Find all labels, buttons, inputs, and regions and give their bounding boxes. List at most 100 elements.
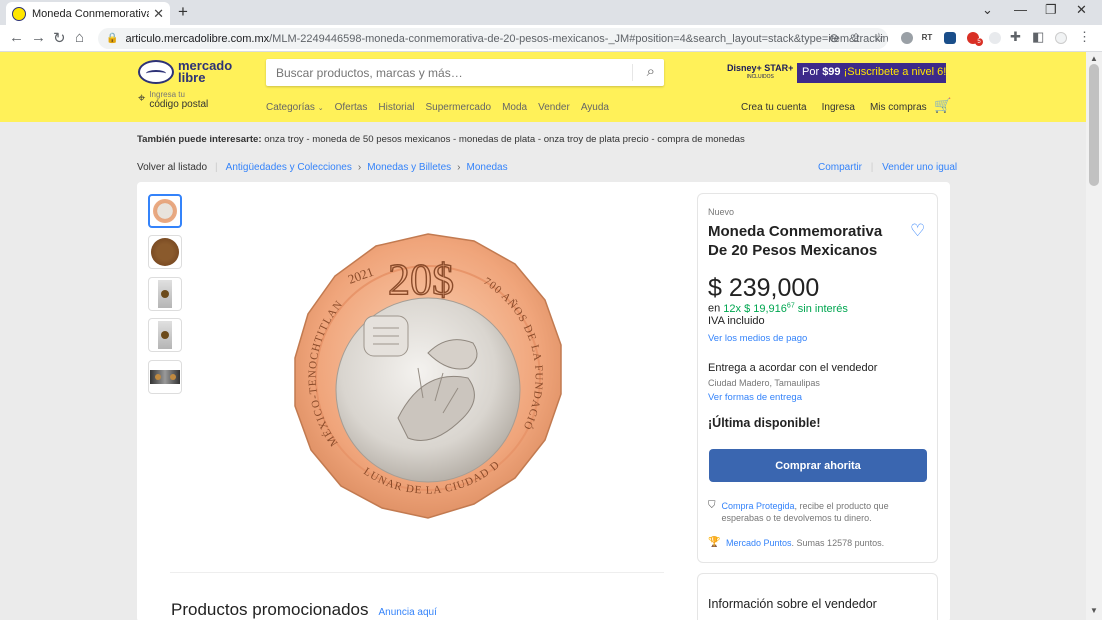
- installments-amount: 12x $ 19,91667 sin interés: [723, 302, 848, 315]
- menu-historial[interactable]: Historial: [378, 102, 414, 113]
- promo-price: $99: [822, 66, 841, 78]
- chevron-down-icon: ⌄: [317, 105, 324, 112]
- install-icon[interactable]: ⊖: [829, 31, 839, 45]
- url-path: /MLM-2249446598-moneda-conmemorativa-de-…: [269, 32, 888, 45]
- gallery-thumbnail[interactable]: [148, 277, 182, 311]
- trophy-icon: 🏆: [708, 537, 721, 548]
- home-icon[interactable]: ⌂: [75, 29, 84, 46]
- location-line-2: código postal: [149, 99, 209, 110]
- chrome-menu-icon[interactable]: ⋮: [1078, 29, 1091, 45]
- search-input[interactable]: [266, 59, 626, 86]
- login-link[interactable]: Ingresa: [822, 102, 855, 113]
- create-account-link[interactable]: Crea tu cuenta: [741, 102, 807, 113]
- extension-square-icon[interactable]: [944, 32, 956, 44]
- side-panel-icon[interactable]: ◧: [1032, 29, 1044, 45]
- window-close-icon[interactable]: ✕: [1076, 2, 1087, 18]
- coin-back-thumbnail-image: [151, 238, 179, 266]
- breadcrumb-item[interactable]: Monedas: [466, 162, 507, 173]
- section-divider: [170, 572, 664, 573]
- mercadolibre-logo[interactable]: mercado libre: [138, 59, 232, 84]
- extension-grey-icon[interactable]: [989, 32, 1001, 44]
- mercadolibre-favicon-icon: [12, 6, 26, 21]
- browser-tab[interactable]: Moneda Conmemorativa De 20 Pes ✕: [6, 2, 170, 25]
- back-icon[interactable]: ←: [9, 29, 24, 46]
- payment-methods-link[interactable]: Ver los medios de pago: [708, 333, 807, 344]
- search-icon[interactable]: ⌕: [647, 63, 655, 80]
- my-purchases-link[interactable]: Mis compras: [870, 102, 927, 113]
- page-scrollbar[interactable]: ▲ ▼: [1086, 52, 1102, 620]
- minimize-icon[interactable]: —: [1014, 2, 1027, 17]
- share-actions: Compartir | Vender uno igual: [818, 162, 958, 173]
- back-to-list-link[interactable]: Volver al listado: [137, 162, 207, 173]
- extension-circle-icon[interactable]: [901, 32, 913, 44]
- tab-title: Moneda Conmemorativa De 20 Pes: [32, 7, 150, 20]
- menu-ofertas[interactable]: Ofertas: [335, 102, 368, 113]
- menu-categorias[interactable]: Categorías ⌄: [266, 102, 324, 113]
- menu-ayuda[interactable]: Ayuda: [581, 102, 609, 113]
- breadcrumb-item[interactable]: Monedas y Billetes: [367, 162, 451, 173]
- scroll-up-icon[interactable]: ▲: [1090, 54, 1098, 63]
- promoted-title: Productos promocionados: [171, 600, 369, 619]
- menu-vender[interactable]: Vender: [538, 102, 570, 113]
- menu-moda[interactable]: Moda: [502, 102, 527, 113]
- shield-check-icon: ⛉: [708, 500, 716, 511]
- buy-now-button[interactable]: Comprar ahorita: [709, 449, 927, 482]
- mercado-points-link[interactable]: Mercado Puntos: [726, 538, 792, 548]
- subscription-banner[interactable]: Por $99 ¡Suscribete a nivel 6!: [797, 63, 946, 83]
- delivery-options-link[interactable]: Ver formas de entrega: [708, 392, 802, 403]
- gallery-thumbnail[interactable]: [148, 235, 182, 269]
- tab-search-icon[interactable]: ⌄: [982, 2, 993, 18]
- scrollbar-thumb[interactable]: [1089, 64, 1099, 186]
- disney-sub: INCLUIDOS: [746, 74, 774, 80]
- installments: en 12x $ 19,91667 sin interés: [708, 302, 848, 315]
- profile-avatar[interactable]: [1055, 32, 1067, 44]
- stock-status: ¡Última disponible!: [708, 416, 821, 430]
- tab-close-icon[interactable]: ✕: [153, 6, 164, 22]
- breadcrumb: Volver al listado | Antigüedades y Colec…: [137, 162, 508, 173]
- lock-icon[interactable]: 🔒: [106, 33, 118, 44]
- new-tab-icon[interactable]: +: [178, 2, 188, 22]
- coin-denomination: 20$: [388, 255, 454, 304]
- related-searches: También puede interesarte: onza troy - m…: [137, 134, 745, 145]
- related-links[interactable]: onza troy - moneda de 50 pesos mexicanos…: [264, 134, 745, 145]
- forward-icon[interactable]: →: [31, 29, 46, 46]
- sell-similar-link[interactable]: Vender uno igual: [882, 162, 957, 173]
- item-condition: Nuevo: [708, 207, 735, 217]
- product-price: $ 239,000: [708, 274, 820, 302]
- gallery-thumbnail[interactable]: [148, 194, 182, 228]
- extension-rt-icon[interactable]: RT: [921, 32, 933, 44]
- disney-text: Disney+ STAR+: [727, 63, 794, 73]
- cart-icon[interactable]: 🛒: [934, 97, 951, 114]
- tax-note: IVA incluido: [708, 315, 765, 327]
- postal-code-selector[interactable]: ⌖ Ingresa tu código postal: [138, 90, 208, 110]
- chevron-right-icon: ›: [357, 162, 362, 173]
- bookmark-star-icon[interactable]: ☆: [873, 30, 885, 46]
- protected-purchase-link[interactable]: Compra Protegida: [722, 501, 795, 511]
- gallery-thumbnail[interactable]: [148, 360, 182, 394]
- coin-thumbnail-image: [153, 199, 177, 223]
- favorite-heart-icon[interactable]: ♡: [910, 221, 925, 241]
- url-domain: articulo.mercadolibre.com.mx: [125, 32, 270, 45]
- share-icon[interactable]: ⇪: [851, 31, 861, 45]
- seller-city: Ciudad Madero, Tamaulipas: [708, 378, 820, 388]
- product-title: Moneda Conmemorativa De 20 Pesos Mexican…: [708, 223, 883, 259]
- handshake-logo-icon: [138, 60, 174, 84]
- disney-star-badge[interactable]: Disney+ STAR+ INCLUIDOS: [727, 64, 793, 82]
- advertise-here-link[interactable]: Anuncia aquí: [379, 607, 437, 618]
- coins-case-thumbnail-image: [150, 370, 180, 384]
- reload-icon[interactable]: ↻: [53, 29, 66, 47]
- address-bar[interactable]: 🔒 articulo.mercadolibre.com.mx /MLM-2249…: [98, 28, 888, 49]
- main-menu: Categorías ⌄ Ofertas Historial Supermerc…: [266, 102, 609, 113]
- scroll-down-icon[interactable]: ▼: [1090, 606, 1098, 615]
- product-main-image[interactable]: 2021 20$ MÉXICO-TENOCHTITLAN 700 AÑOS DE…: [278, 228, 578, 528]
- related-label: También puede interesarte:: [137, 134, 262, 145]
- breadcrumb-item[interactable]: Antigüedades y Colecciones: [226, 162, 352, 173]
- gallery-thumbnail[interactable]: [148, 318, 182, 352]
- extensions-puzzle-icon[interactable]: ✚: [1010, 29, 1021, 45]
- menu-supermercado[interactable]: Supermercado: [426, 102, 492, 113]
- share-link[interactable]: Compartir: [818, 162, 862, 173]
- restore-icon[interactable]: ❐: [1045, 2, 1057, 18]
- coin-slab-thumbnail-image: [158, 321, 172, 349]
- mercado-points: 🏆 Mercado Puntos. Sumas 12578 puntos.: [708, 537, 885, 548]
- browser-toolbar: ← → ↻ ⌂ 🔒 articulo.mercadolibre.com.mx /…: [0, 25, 1102, 52]
